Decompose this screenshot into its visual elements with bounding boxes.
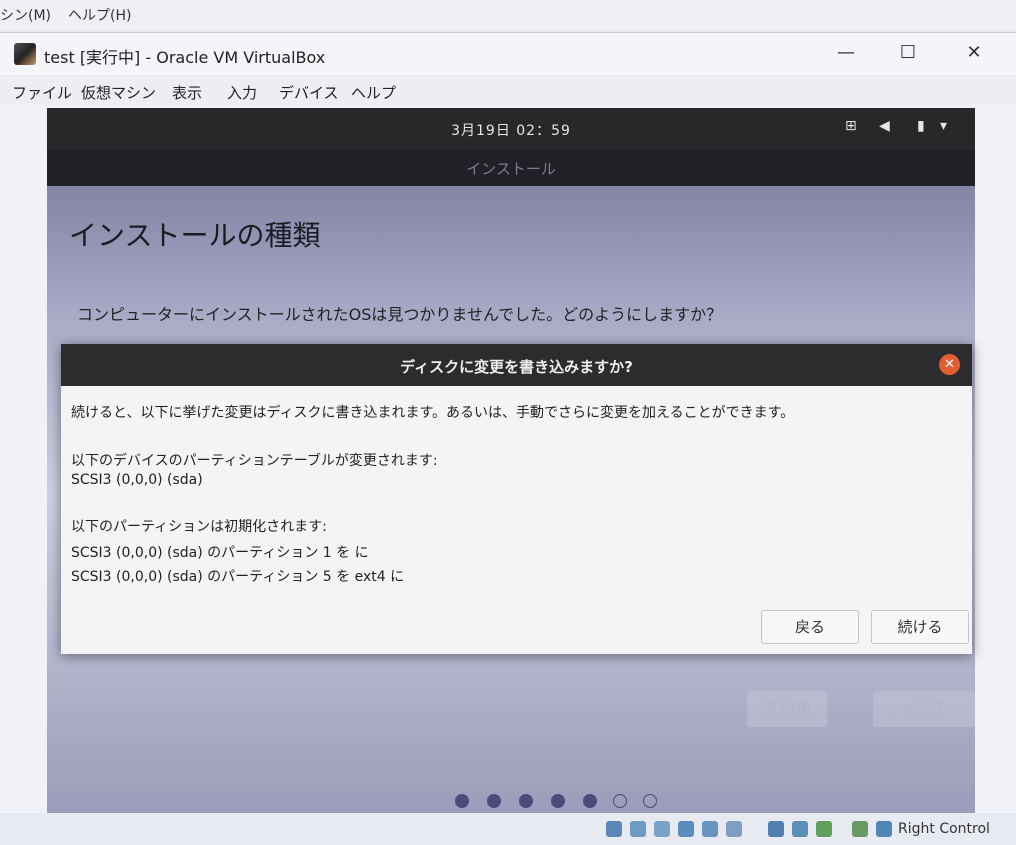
menu-help[interactable]: ヘルプ (351, 82, 396, 103)
host-key-label: Right Control (898, 821, 990, 837)
hard-disk-icon[interactable] (606, 821, 622, 837)
optical-drive-icon[interactable] (630, 821, 646, 837)
menu-machine[interactable]: 仮想マシン (81, 82, 156, 103)
window-title: test [実行中] - Oracle VM VirtualBox (44, 48, 326, 67)
battery-icon[interactable]: ▮ (917, 118, 925, 134)
shared-folder-icon[interactable] (726, 821, 742, 837)
installer-install-button[interactable]: インス (873, 691, 975, 727)
write-changes-dialog: ディスクに変更を書き込みますか? ✕ 続けると、以下に挙げた変更はディスクに書き… (61, 344, 972, 654)
menu-view[interactable]: 表示 (172, 82, 202, 103)
format-item: SCSI3 (0,0,0) (sda) のパーティション 5 を ext4 に (71, 569, 405, 585)
close-button[interactable]: ✕ (954, 39, 994, 67)
volume-icon[interactable]: ◀ (879, 118, 890, 134)
title-bar: test [実行中] - Oracle VM VirtualBox — ☐ ✕ (0, 33, 1016, 75)
format-item: SCSI3 (0,0,0) (sda) のパーティション 1 を に (71, 545, 369, 561)
network-icon[interactable] (678, 821, 694, 837)
progress-dots (455, 794, 675, 810)
dialog-title: ディスクに変更を書き込みますか? (400, 358, 633, 376)
progress-dot (519, 794, 533, 808)
installer-title: インストール (466, 160, 556, 178)
installer-back-button[interactable]: 戻る(B) (747, 691, 827, 727)
status-bar: Right Control (0, 813, 1016, 845)
progress-dot (551, 794, 565, 808)
installer-header: インストール (47, 150, 975, 186)
progress-dot (583, 794, 597, 808)
menu-input[interactable]: 入力 (227, 82, 257, 103)
cpu-icon[interactable] (816, 821, 832, 837)
recording-icon[interactable] (792, 821, 808, 837)
progress-dot (455, 794, 469, 808)
maximize-button[interactable]: ☐ (888, 39, 928, 67)
progress-dot (487, 794, 501, 808)
usb-icon[interactable] (702, 821, 718, 837)
dialog-close-icon[interactable]: ✕ (939, 354, 960, 375)
dialog-back-button[interactable]: 戻る (761, 610, 859, 644)
partition-table-device: SCSI3 (0,0,0) (sda) (71, 472, 203, 488)
dialog-intro: 続けると、以下に挙げた変更はディスクに書き込まれます。あるいは、手動でさらに変更… (71, 405, 795, 421)
minimize-button[interactable]: — (826, 39, 866, 67)
page-title: インストールの種類 (69, 219, 321, 252)
partition-table-heading: 以下のデバイスのパーティションテーブルが変更されます: (71, 453, 438, 469)
host-menu-strip: シン(M) ヘルプ(H) (0, 0, 1016, 30)
progress-dot (613, 794, 627, 808)
mouse-integration-icon[interactable] (852, 821, 868, 837)
display-icon[interactable] (768, 821, 784, 837)
dialog-header: ディスクに変更を書き込みますか? ✕ (61, 344, 972, 386)
guest-clock[interactable]: 3月19日 02：59 (47, 120, 975, 140)
keyboard-capture-icon[interactable] (876, 821, 892, 837)
virtualbox-app-icon (14, 43, 36, 65)
dialog-continue-button[interactable]: 続ける (871, 610, 969, 644)
host-menu-machine[interactable]: シン(M) (0, 5, 51, 25)
system-menu-icon[interactable]: ▾ (940, 118, 947, 134)
menu-file[interactable]: ファイル (12, 82, 72, 103)
guest-top-bar: 3月19日 02：59 ⊞ ◀ ▮ ▾ (47, 108, 975, 150)
audio-icon[interactable] (654, 821, 670, 837)
progress-dot (643, 794, 657, 808)
menu-bar: ファイル 仮想マシン 表示 入力 デバイス ヘルプ (0, 75, 1016, 105)
host-menu-help[interactable]: ヘルプ(H) (68, 5, 131, 25)
menu-devices[interactable]: デバイス (279, 82, 339, 103)
network-icon[interactable]: ⊞ (845, 118, 857, 134)
page-question: コンピューターにインストールされたOSは見つかりませんでした。どのようにしますか… (77, 305, 723, 324)
format-heading: 以下のパーティションは初期化されます: (71, 519, 327, 535)
